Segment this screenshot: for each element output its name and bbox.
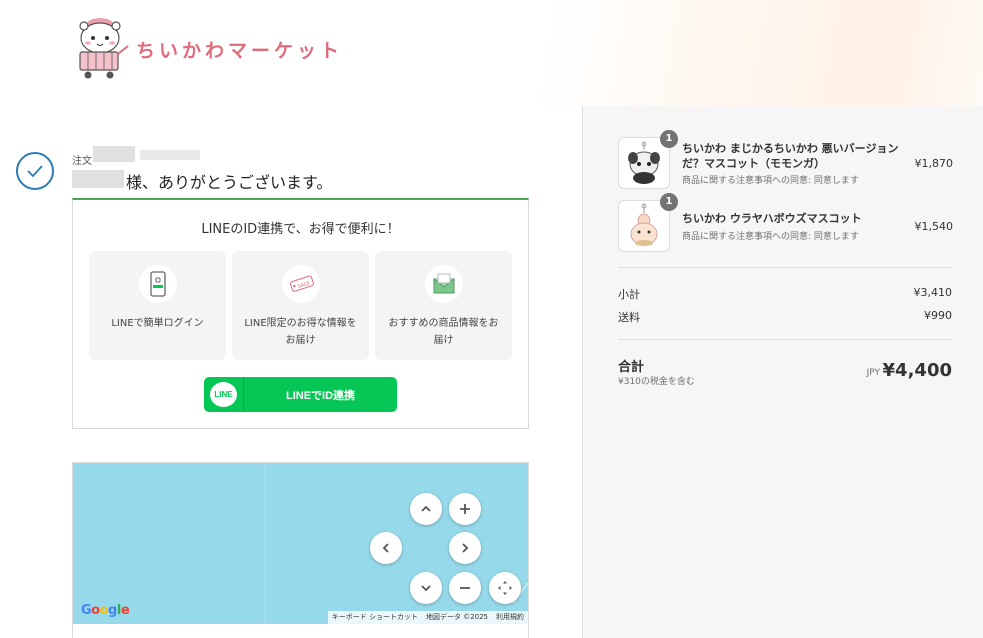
line-id-link-label: LINEでID連携 xyxy=(285,390,356,402)
line-item: 1 ちいかわ まじかるちいかわ 悪いバージョンだ？マスコット（モモンガ） 商品に… xyxy=(618,130,958,189)
tax-note: ¥310の税金を含む xyxy=(618,377,695,387)
order-number-redacted xyxy=(93,146,135,162)
fullscreen-icon xyxy=(498,581,512,595)
feature-text: おすすめの商品情報をお届け xyxy=(388,318,499,346)
google-logo: Google xyxy=(81,603,130,618)
quantity-badge: 1 xyxy=(660,193,678,211)
momonga-mascot-icon xyxy=(628,141,660,184)
order-number-redacted xyxy=(140,150,200,160)
order-confirmed-check-icon xyxy=(16,152,54,190)
item-name: ちいかわ まじかるちいかわ 悪いバージョンだ？マスコット（モモンガ） xyxy=(682,142,899,170)
line-logo-icon: LINE xyxy=(210,382,237,407)
quantity-badge: 1 xyxy=(660,130,678,148)
feature-line-login: LINEで簡単ログイン xyxy=(89,251,226,360)
chevron-up-icon xyxy=(421,505,431,512)
total-value: ¥4,400 xyxy=(882,360,952,381)
thank-you-heading: 様、ありがとうございます。 xyxy=(126,173,333,192)
item-name: ちいかわ ウラヤハボウズマスコット xyxy=(682,212,862,225)
currency-code: JPY xyxy=(866,368,880,378)
line-promo-title: LINEのID連携で、お得で便利に！ xyxy=(201,222,400,237)
order-number-label: 注文 xyxy=(72,156,92,167)
total-label: 合計 xyxy=(618,360,645,375)
keyboard-shortcuts-link[interactable]: キーボード ショートカット xyxy=(328,611,422,624)
order-summary-panel: 1 ちいかわ まじかるちいかわ 悪いバージョンだ？マスコット（モモンガ） 商品に… xyxy=(582,106,983,638)
plus-icon xyxy=(460,504,470,514)
zoom-in-button[interactable] xyxy=(449,493,481,525)
item-price: ¥1,870 xyxy=(914,157,954,170)
summary-divider xyxy=(618,267,953,268)
brand-name: ちいかわマーケット xyxy=(136,40,344,62)
site-header: ちいかわマーケット xyxy=(0,0,983,106)
line-id-link-button[interactable]: LINE LINEでID連携 xyxy=(204,377,397,412)
subtotal-value: ¥3,410 xyxy=(913,286,953,299)
subtotal-label: 小計 xyxy=(618,288,640,301)
item-note: 商品に関する注意事項への同意: 同意します xyxy=(682,232,859,242)
terms-link[interactable]: 利用規約 xyxy=(492,611,528,624)
fullscreen-button[interactable] xyxy=(489,572,521,604)
urayahabouzu-mascot-icon xyxy=(630,203,658,246)
feature-recommendations: おすすめの商品情報をお届け xyxy=(375,251,512,360)
map-data-credit: 地図データ ©2025 xyxy=(425,613,488,621)
envelope-icon xyxy=(424,265,463,303)
minus-icon xyxy=(460,587,470,589)
chevron-right-icon xyxy=(462,543,469,553)
map-view[interactable]: Google キーボード ショートカット 地図データ ©2025 利用規約 xyxy=(73,463,528,624)
customer-name-redacted xyxy=(72,170,124,188)
feature-text: LINE限定のお得な情報をお届け xyxy=(244,318,357,346)
shipping-value: ¥990 xyxy=(924,309,952,322)
pan-up-button[interactable] xyxy=(410,493,442,525)
sale-tag-icon: SALE xyxy=(281,265,320,303)
feature-text: LINEで簡単ログイン xyxy=(111,318,204,329)
feature-line-deals: SALE LINE限定のお得な情報をお届け xyxy=(232,251,369,360)
pan-down-button[interactable] xyxy=(410,572,442,604)
shipping-label: 送料 xyxy=(618,311,640,324)
line-item: 1 ちいかわ ウラヤハボウズマスコット 商品に関する注意事項への同意: 同意しま… xyxy=(618,193,958,252)
pan-right-button[interactable] xyxy=(449,532,481,564)
summary-divider xyxy=(618,339,953,340)
chevron-down-icon xyxy=(421,585,431,592)
smartphone-login-icon xyxy=(138,265,177,303)
map-card: Google キーボード ショートカット 地図データ ©2025 利用規約 xyxy=(72,462,529,638)
item-price: ¥1,540 xyxy=(914,220,954,233)
shopping-cart-mascot-icon xyxy=(79,18,129,79)
line-promo-card: LINEのID連携で、お得で便利に！ LINEで簡単ログイン SALE LINE… xyxy=(72,198,529,429)
item-note: 商品に関する注意事項への同意: 同意します xyxy=(682,176,859,186)
zoom-out-button[interactable] xyxy=(449,572,481,604)
pan-left-button[interactable] xyxy=(370,532,402,564)
map-attribution: キーボード ショートカット 地図データ ©2025 利用規約 xyxy=(327,611,528,624)
chevron-left-icon xyxy=(382,543,389,553)
